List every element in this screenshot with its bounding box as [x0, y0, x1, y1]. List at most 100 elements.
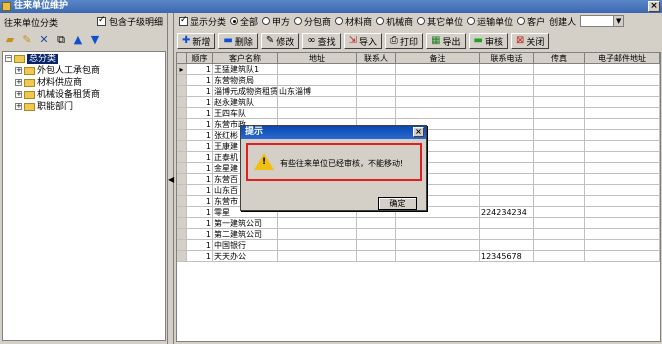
radio-icon[interactable]: [230, 17, 239, 25]
cell-email[interactable]: [585, 141, 660, 152]
cell-fax[interactable]: [534, 119, 585, 130]
cell-seq[interactable]: 1: [187, 130, 213, 141]
tree-node[interactable]: + 职能部门: [15, 102, 73, 113]
cell-remark[interactable]: [396, 86, 480, 97]
table-row[interactable]: ▸ 1 王猛建筑队1: [177, 64, 660, 75]
row-indicator[interactable]: [177, 185, 187, 196]
cell-phone[interactable]: [480, 141, 534, 152]
cell-remark[interactable]: [396, 64, 480, 75]
checkbox-icon[interactable]: [97, 15, 106, 26]
row-indicator[interactable]: [177, 251, 187, 262]
radio-icon[interactable]: [294, 17, 303, 25]
cell-address[interactable]: [278, 251, 357, 262]
cell-seq[interactable]: 1: [187, 64, 213, 75]
row-indicator[interactable]: [177, 141, 187, 152]
row-indicator[interactable]: [177, 240, 187, 251]
cell-phone[interactable]: [480, 64, 534, 75]
filter-option-other[interactable]: 其它单位: [417, 15, 463, 28]
cell-seq[interactable]: 1: [187, 207, 213, 218]
cell-phone[interactable]: [480, 108, 534, 119]
radio-icon[interactable]: [517, 17, 526, 25]
table-row[interactable]: 1 淄博元成物资租赁 山东淄博: [177, 86, 660, 97]
cell-phone[interactable]: 224234234: [480, 207, 534, 218]
import-button[interactable]: ⇲ 导入: [343, 33, 383, 49]
edit-folder-icon[interactable]: ✎: [20, 33, 34, 47]
cell-fax[interactable]: [534, 97, 585, 108]
table-row[interactable]: 1 第二建筑公司: [177, 229, 660, 240]
cell-name[interactable]: 王猛建筑队1: [213, 64, 278, 75]
cell-contact[interactable]: [357, 75, 396, 86]
cell-fax[interactable]: [534, 185, 585, 196]
row-indicator[interactable]: ▸: [177, 64, 187, 75]
cell-fax[interactable]: [534, 229, 585, 240]
cell-fax[interactable]: [534, 152, 585, 163]
row-indicator[interactable]: [177, 174, 187, 185]
cell-phone[interactable]: [480, 119, 534, 130]
table-row[interactable]: 1 天天办公 12345678: [177, 251, 660, 262]
cell-address[interactable]: [278, 218, 357, 229]
column-header[interactable]: 联系人: [357, 53, 396, 64]
cell-seq[interactable]: 1: [187, 196, 213, 207]
row-indicator[interactable]: [177, 218, 187, 229]
column-header[interactable]: 备注: [396, 53, 480, 64]
cell-seq[interactable]: 1: [187, 251, 213, 262]
cell-email[interactable]: [585, 64, 660, 75]
cell-fax[interactable]: [534, 174, 585, 185]
cell-fax[interactable]: [534, 207, 585, 218]
radio-icon[interactable]: [467, 17, 476, 25]
row-indicator[interactable]: [177, 130, 187, 141]
cell-email[interactable]: [585, 185, 660, 196]
cell-seq[interactable]: 1: [187, 174, 213, 185]
cell-name[interactable]: 赵永建筑队: [213, 97, 278, 108]
cell-fax[interactable]: [534, 218, 585, 229]
table-row[interactable]: 1 王四车队: [177, 108, 660, 119]
cell-phone[interactable]: 12345678: [480, 251, 534, 262]
cell-email[interactable]: [585, 130, 660, 141]
cell-contact[interactable]: [357, 97, 396, 108]
cell-email[interactable]: [585, 97, 660, 108]
cell-address[interactable]: 山东淄博: [278, 86, 357, 97]
cell-seq[interactable]: 1: [187, 152, 213, 163]
tree-node[interactable]: + 外包人工承包商: [15, 66, 100, 77]
ok-button[interactable]: 确定: [378, 197, 417, 210]
cell-name[interactable]: 中国银行: [213, 240, 278, 251]
cell-phone[interactable]: [480, 130, 534, 141]
row-indicator[interactable]: [177, 152, 187, 163]
cell-phone[interactable]: [480, 86, 534, 97]
filter-option-transport[interactable]: 运输单位: [467, 15, 513, 28]
row-indicator[interactable]: [177, 207, 187, 218]
cell-remark[interactable]: [396, 218, 480, 229]
open-folder-icon[interactable]: ▰: [3, 33, 17, 47]
cell-fax[interactable]: [534, 141, 585, 152]
cell-seq[interactable]: 1: [187, 97, 213, 108]
column-header[interactable]: 顺序: [187, 53, 213, 64]
cell-contact[interactable]: [357, 108, 396, 119]
expand-icon[interactable]: +: [15, 67, 22, 74]
cell-seq[interactable]: 1: [187, 75, 213, 86]
cell-contact[interactable]: [357, 64, 396, 75]
cell-email[interactable]: [585, 229, 660, 240]
cell-contact[interactable]: [357, 86, 396, 97]
dialog-close-button[interactable]: ×: [413, 127, 424, 137]
window-close-button[interactable]: ×: [648, 1, 660, 12]
row-indicator[interactable]: [177, 97, 187, 108]
column-header[interactable]: 客户名称: [213, 53, 278, 64]
cell-email[interactable]: [585, 86, 660, 97]
radio-icon[interactable]: [417, 17, 426, 25]
cell-address[interactable]: [278, 108, 357, 119]
cell-seq[interactable]: 1: [187, 86, 213, 97]
cell-phone[interactable]: [480, 163, 534, 174]
cell-email[interactable]: [585, 152, 660, 163]
expand-icon[interactable]: +: [15, 91, 22, 98]
new-button[interactable]: ✚ 新增: [177, 33, 216, 49]
copy-icon[interactable]: ⧉: [54, 33, 68, 47]
cell-remark[interactable]: [396, 97, 480, 108]
collapse-arrow-icon[interactable]: ◀: [168, 175, 174, 184]
row-indicator[interactable]: [177, 196, 187, 207]
table-row[interactable]: 1 赵永建筑队: [177, 97, 660, 108]
chevron-down-icon[interactable]: ▼: [613, 16, 624, 26]
column-header[interactable]: 联系电话: [480, 53, 534, 64]
creator-select[interactable]: ▼: [580, 15, 625, 27]
cell-contact[interactable]: [357, 251, 396, 262]
cell-email[interactable]: [585, 108, 660, 119]
